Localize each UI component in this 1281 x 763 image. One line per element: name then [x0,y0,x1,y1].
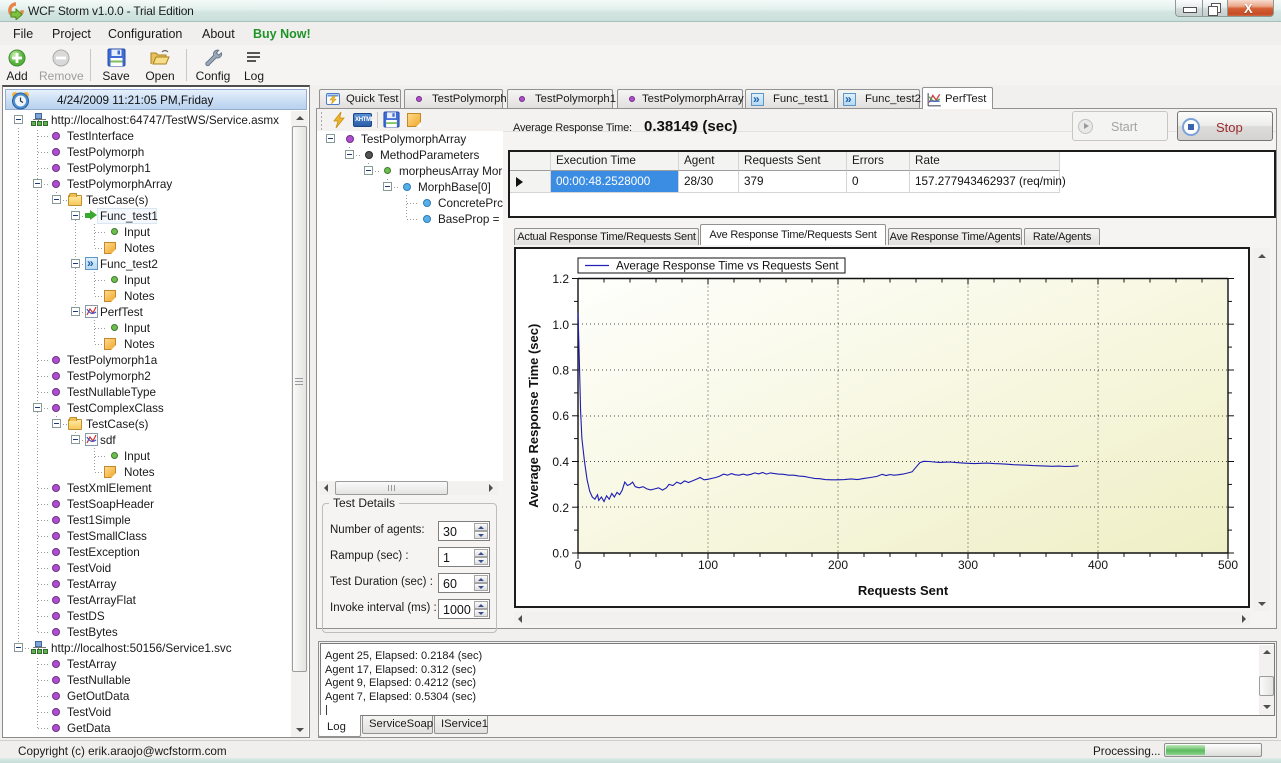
svg-text:0.2: 0.2 [552,501,569,515]
svg-text:1.0: 1.0 [552,318,569,332]
svg-text:400: 400 [1088,558,1108,572]
svg-text:0: 0 [575,558,582,572]
svg-text:0.8: 0.8 [552,364,569,378]
svg-text:500: 500 [1218,558,1238,572]
svg-text:100: 100 [698,558,718,572]
svg-text:1.2: 1.2 [552,272,569,286]
svg-text:300: 300 [958,558,978,572]
svg-text:0.6: 0.6 [552,409,569,423]
svg-text:Average Response Time (sec): Average Response Time (sec) [526,324,541,508]
svg-text:Average Response Time vs Reque: Average Response Time vs Requests Sent [616,260,839,273]
svg-text:200: 200 [828,558,848,572]
svg-text:Requests Sent: Requests Sent [858,583,949,598]
svg-text:0.0: 0.0 [552,547,569,561]
svg-text:0.4: 0.4 [552,455,569,469]
